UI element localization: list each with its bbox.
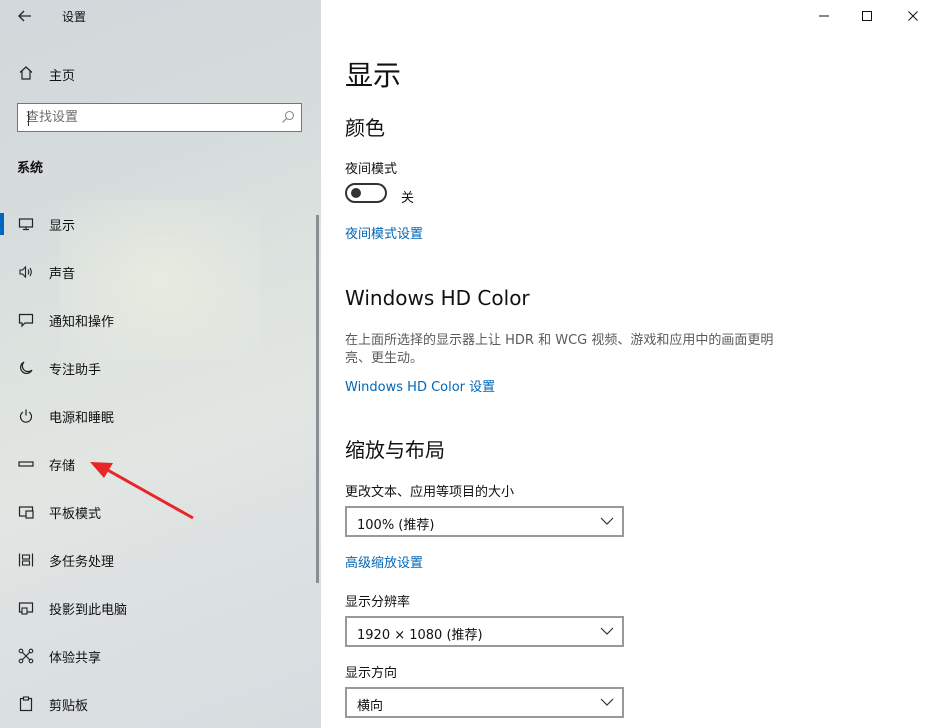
sidebar-item-multitasking[interactable]: 多任务处理 [0,540,321,580]
maximize-icon [862,11,872,21]
chevron-down-icon [600,627,614,635]
moon-icon [17,359,35,377]
color-section-heading: 颜色 [345,116,385,140]
minimize-button[interactable] [801,0,847,32]
sidebar-item-label: 剪贴板 [49,699,89,714]
tablet-icon [17,503,35,521]
text-cursor [28,111,29,126]
maximize-button[interactable] [844,0,890,32]
home-icon [17,64,35,82]
advanced-scaling-link[interactable]: 高级缩放设置 [345,552,423,571]
chevron-down-icon [600,517,614,525]
sidebar-item-focus-assist[interactable]: 专注助手 [0,348,321,388]
resolution-dropdown[interactable]: 1920 × 1080 (推荐) [345,616,624,647]
monitor-icon [17,215,35,233]
orientation-dropdown[interactable]: 横向 [345,687,624,718]
hd-color-settings-link[interactable]: Windows HD Color 设置 [345,376,495,395]
search-box[interactable] [17,103,302,132]
page-title: 显示 [345,59,402,92]
sidebar-item-shared-experiences[interactable]: 体验共享 [0,636,321,676]
content-pane: 显示 颜色 夜间模式 关 夜间模式设置 Windows HD Color 在上面… [321,0,936,728]
toggle-knob [351,188,361,198]
sidebar-item-label: 专注助手 [49,363,102,378]
speaker-icon [17,263,35,281]
sidebar-item-label: 体验共享 [49,651,102,666]
orientation-label: 显示方向 [345,666,398,681]
power-icon [17,407,35,425]
scale-value: 100% (推荐) [357,518,435,533]
chevron-down-icon [600,698,614,706]
night-mode-label: 夜间模式 [345,162,398,177]
night-mode-toggle[interactable] [345,183,387,203]
back-arrow-icon [18,10,31,22]
sidebar-item-label: 显示 [49,219,76,234]
sidebar: 设置 主页 系统 显示 [0,0,321,728]
sidebar-item-project[interactable]: 投影到此电脑 [0,588,321,628]
search-icon[interactable] [281,110,295,124]
sidebar-item-power[interactable]: 电源和睡眠 [0,396,321,436]
resolution-label: 显示分辨率 [345,595,411,610]
close-button[interactable] [890,0,936,32]
sidebar-item-tablet-mode[interactable]: 平板模式 [0,492,321,532]
active-indicator [0,213,4,235]
sidebar-item-label: 电源和睡眠 [49,411,115,426]
hd-color-description: 在上面所选择的显示器上让 HDR 和 WCG 视频、游戏和应用中的画面更明亮、更… [345,333,774,366]
sidebar-item-label: 通知和操作 [49,315,115,330]
sidebar-item-sound[interactable]: 声音 [0,252,321,292]
settings-window: 设置 主页 系统 显示 [0,0,936,728]
sidebar-item-label: 存储 [49,459,76,474]
scale-layout-heading: 缩放与布局 [345,438,445,462]
scale-label: 更改文本、应用等项目的大小 [345,485,515,500]
orientation-value: 横向 [357,699,384,714]
sidebar-item-clipboard[interactable]: 剪贴板 [0,684,321,724]
sidebar-item-notifications[interactable]: 通知和操作 [0,300,321,340]
sidebar-scrollbar[interactable] [316,215,319,583]
title-bar: 设置 [0,0,321,32]
app-title: 设置 [62,10,87,24]
resolution-value: 1920 × 1080 (推荐) [357,628,483,643]
sidebar-item-label: 声音 [49,267,76,282]
sidebar-item-storage[interactable]: 存储 [0,444,321,484]
hd-color-heading: Windows HD Color [345,286,530,310]
multitask-icon [17,551,35,569]
sidebar-item-label: 多任务处理 [49,555,115,570]
sidebar-item-home[interactable]: 主页 [0,58,321,88]
sidebar-item-label: 平板模式 [49,507,102,522]
minimize-icon [819,15,829,17]
clipboard-icon [17,695,35,713]
project-icon [17,599,35,617]
close-icon [908,11,918,21]
scale-dropdown[interactable]: 100% (推荐) [345,506,624,537]
night-mode-settings-link[interactable]: 夜间模式设置 [345,223,423,242]
night-mode-state: 关 [401,191,415,206]
sidebar-item-display[interactable]: 显示 [0,204,321,244]
sidebar-item-label: 主页 [49,69,76,84]
section-title: 系统 [17,161,44,176]
message-icon [17,311,35,329]
search-input[interactable] [26,104,276,131]
share-icon [17,647,35,665]
storage-drive-icon [17,455,35,473]
sidebar-item-label: 投影到此电脑 [49,603,128,618]
back-button[interactable] [8,2,42,30]
